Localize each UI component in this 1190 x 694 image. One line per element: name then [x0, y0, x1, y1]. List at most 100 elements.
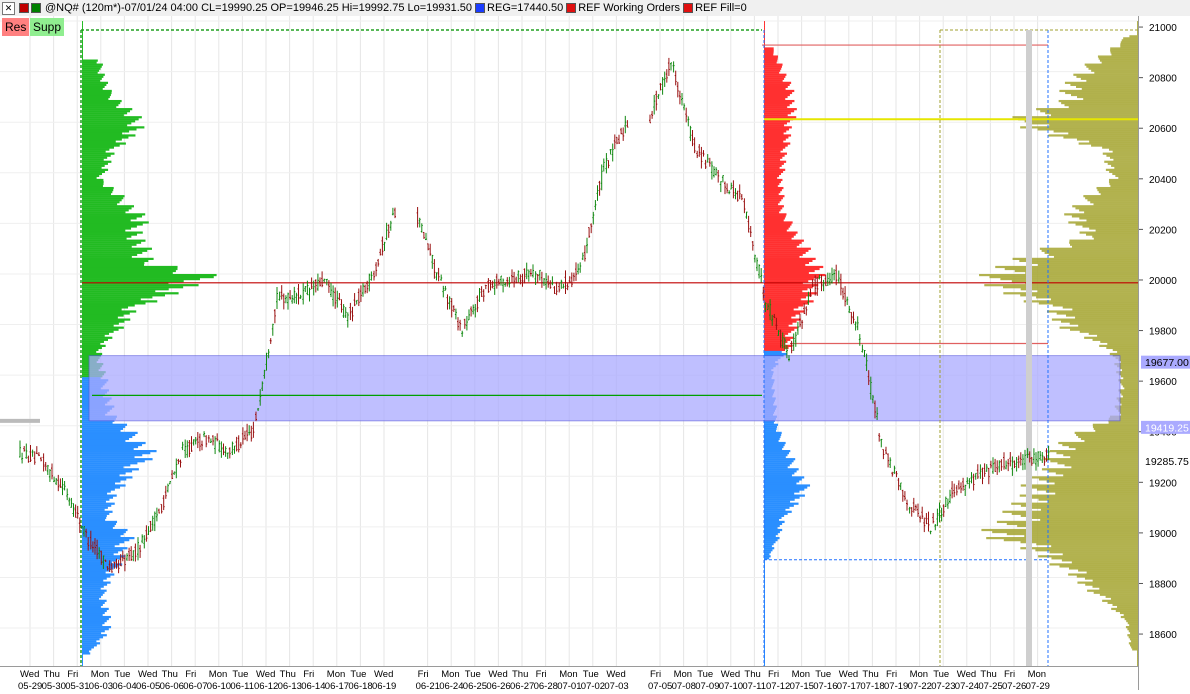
volume-profile-bar	[1019, 494, 1138, 497]
volume-profile-bar	[764, 215, 786, 218]
volume-profile-bar	[1043, 458, 1138, 461]
chart-title: @NQ# (120m*)-07/01/24 04:00 CL=19990.25 …	[45, 2, 473, 14]
volume-profile-bar	[1024, 534, 1138, 538]
volume-profile-bar	[82, 646, 94, 649]
volume-profile-bar	[764, 188, 782, 192]
volume-profile-bar	[82, 340, 104, 343]
volume-profile-bar	[82, 660, 83, 663]
volume-profile-bar	[1109, 148, 1138, 151]
volume-profile-bar	[764, 251, 806, 254]
volume-profile-bar	[1049, 450, 1138, 453]
volume-profile-bar	[1062, 306, 1138, 309]
volume-profile-bar	[1076, 75, 1138, 78]
volume-profile-bar	[764, 443, 785, 447]
volume-profile-bar	[764, 168, 786, 171]
volume-profile-bar	[1113, 158, 1138, 161]
volume-profile-bar	[764, 334, 786, 337]
supp-button[interactable]: Supp	[30, 18, 65, 36]
volume-profile-bar	[764, 144, 788, 147]
volume-profile-bar	[764, 516, 782, 519]
volume-profile-bar	[1058, 441, 1138, 445]
volume-profile-bar	[82, 156, 108, 159]
volume-profile-bar	[82, 539, 130, 542]
volume-profile-bar	[1020, 288, 1138, 291]
volume-profile-bar	[764, 233, 796, 236]
volume-profile-bar	[764, 508, 786, 511]
volume-profile-bar	[764, 81, 792, 84]
volume-profile-bar	[82, 575, 111, 578]
volume-profile-bar	[764, 75, 786, 78]
volume-profile-bar	[82, 466, 124, 469]
volume-profile-bar	[82, 304, 135, 307]
volume-profile-bar	[1098, 57, 1138, 60]
volume-profile-bar	[1025, 271, 1138, 275]
volume-profile-bar	[82, 122, 132, 125]
volume-profile-bar	[82, 134, 136, 137]
volume-profile-bar	[764, 280, 809, 283]
volume-profile-bar	[1050, 298, 1138, 301]
volume-profile-bar	[82, 456, 135, 459]
volume-profile-bar	[764, 21, 765, 24]
volume-profile-bar	[82, 447, 134, 451]
volume-profile-bar	[764, 261, 810, 265]
volume-profile-bar	[1004, 267, 1138, 271]
volume-profile-bar	[82, 146, 114, 149]
volume-profile-bar	[764, 237, 792, 240]
volume-profile-bar	[82, 170, 105, 173]
volume-profile-bar	[764, 433, 782, 437]
volume-profile-bar	[1102, 152, 1138, 155]
volume-profile-bar	[82, 39, 83, 42]
close-icon[interactable]: ✕	[2, 1, 15, 15]
volume-profile-bar	[1107, 601, 1138, 604]
volume-profile-bar	[82, 184, 103, 188]
volume-profile-bar	[82, 104, 119, 107]
volume-profile-bar	[82, 55, 83, 58]
volume-profile-bar	[82, 545, 115, 548]
volume-profile-bar	[764, 253, 803, 256]
chart-plot-area[interactable]	[0, 16, 1138, 666]
volume-profile-bar	[1118, 358, 1138, 362]
volume-profile-bar	[1101, 61, 1138, 64]
volume-profile-bar	[1099, 593, 1138, 596]
res-button[interactable]: Res	[2, 18, 30, 36]
volume-profile-bar	[82, 73, 105, 76]
volume-profile-bar	[82, 632, 102, 635]
volume-profile-bar	[1115, 174, 1138, 178]
volume-profile-bar	[82, 27, 83, 30]
volume-profile-bar	[1083, 97, 1138, 101]
volume-profile-bar	[764, 23, 765, 26]
volume-profile-bar	[764, 140, 784, 143]
volume-profile-bar	[764, 273, 826, 277]
volume-profile-bar	[1053, 255, 1138, 258]
volume-profile-bar	[764, 134, 792, 137]
volume-profile-bar	[764, 435, 781, 439]
volume-profile-bar	[764, 488, 805, 491]
time-axis[interactable]: Wed Thu Fri Mon Tue Wed Thu Fri Mon Tue Wed Thu Fri M…	[0, 666, 1138, 692]
volume-profile-bar	[82, 510, 113, 513]
price-marker-label: 19419.25	[1145, 422, 1189, 434]
volume-profile-bar	[764, 255, 800, 258]
volume-profile-bar	[82, 201, 120, 204]
volume-profile-bar	[1084, 577, 1138, 580]
volume-profile-bar	[1079, 231, 1138, 234]
volume-profile-bar	[1019, 259, 1138, 263]
volume-profile-bar	[1109, 156, 1138, 159]
volume-profile-bar	[82, 93, 111, 97]
volume-profile-bar	[764, 160, 787, 163]
volume-profile-bar	[1040, 518, 1138, 522]
volume-profile-bar	[1037, 128, 1138, 131]
volume-profile-bar	[764, 322, 793, 325]
volume-profile-bar	[82, 595, 102, 598]
volume-profile-bar	[1059, 565, 1138, 568]
volume-profile-bar	[82, 569, 110, 572]
volume-profile-bar	[764, 318, 801, 321]
volume-profile-bar	[1044, 251, 1138, 254]
volume-profile-bar	[1092, 579, 1138, 582]
volume-profile-bar	[764, 302, 809, 305]
volume-profile-bar	[82, 128, 137, 131]
volume-profile-bar	[82, 148, 110, 151]
volume-profile-bar	[1110, 597, 1138, 600]
volume-profile-bar	[82, 112, 128, 115]
price-axis[interactable]: 1860018800190001920019400196001980020000…	[1138, 16, 1190, 690]
volume-profile-bar	[1086, 233, 1138, 236]
